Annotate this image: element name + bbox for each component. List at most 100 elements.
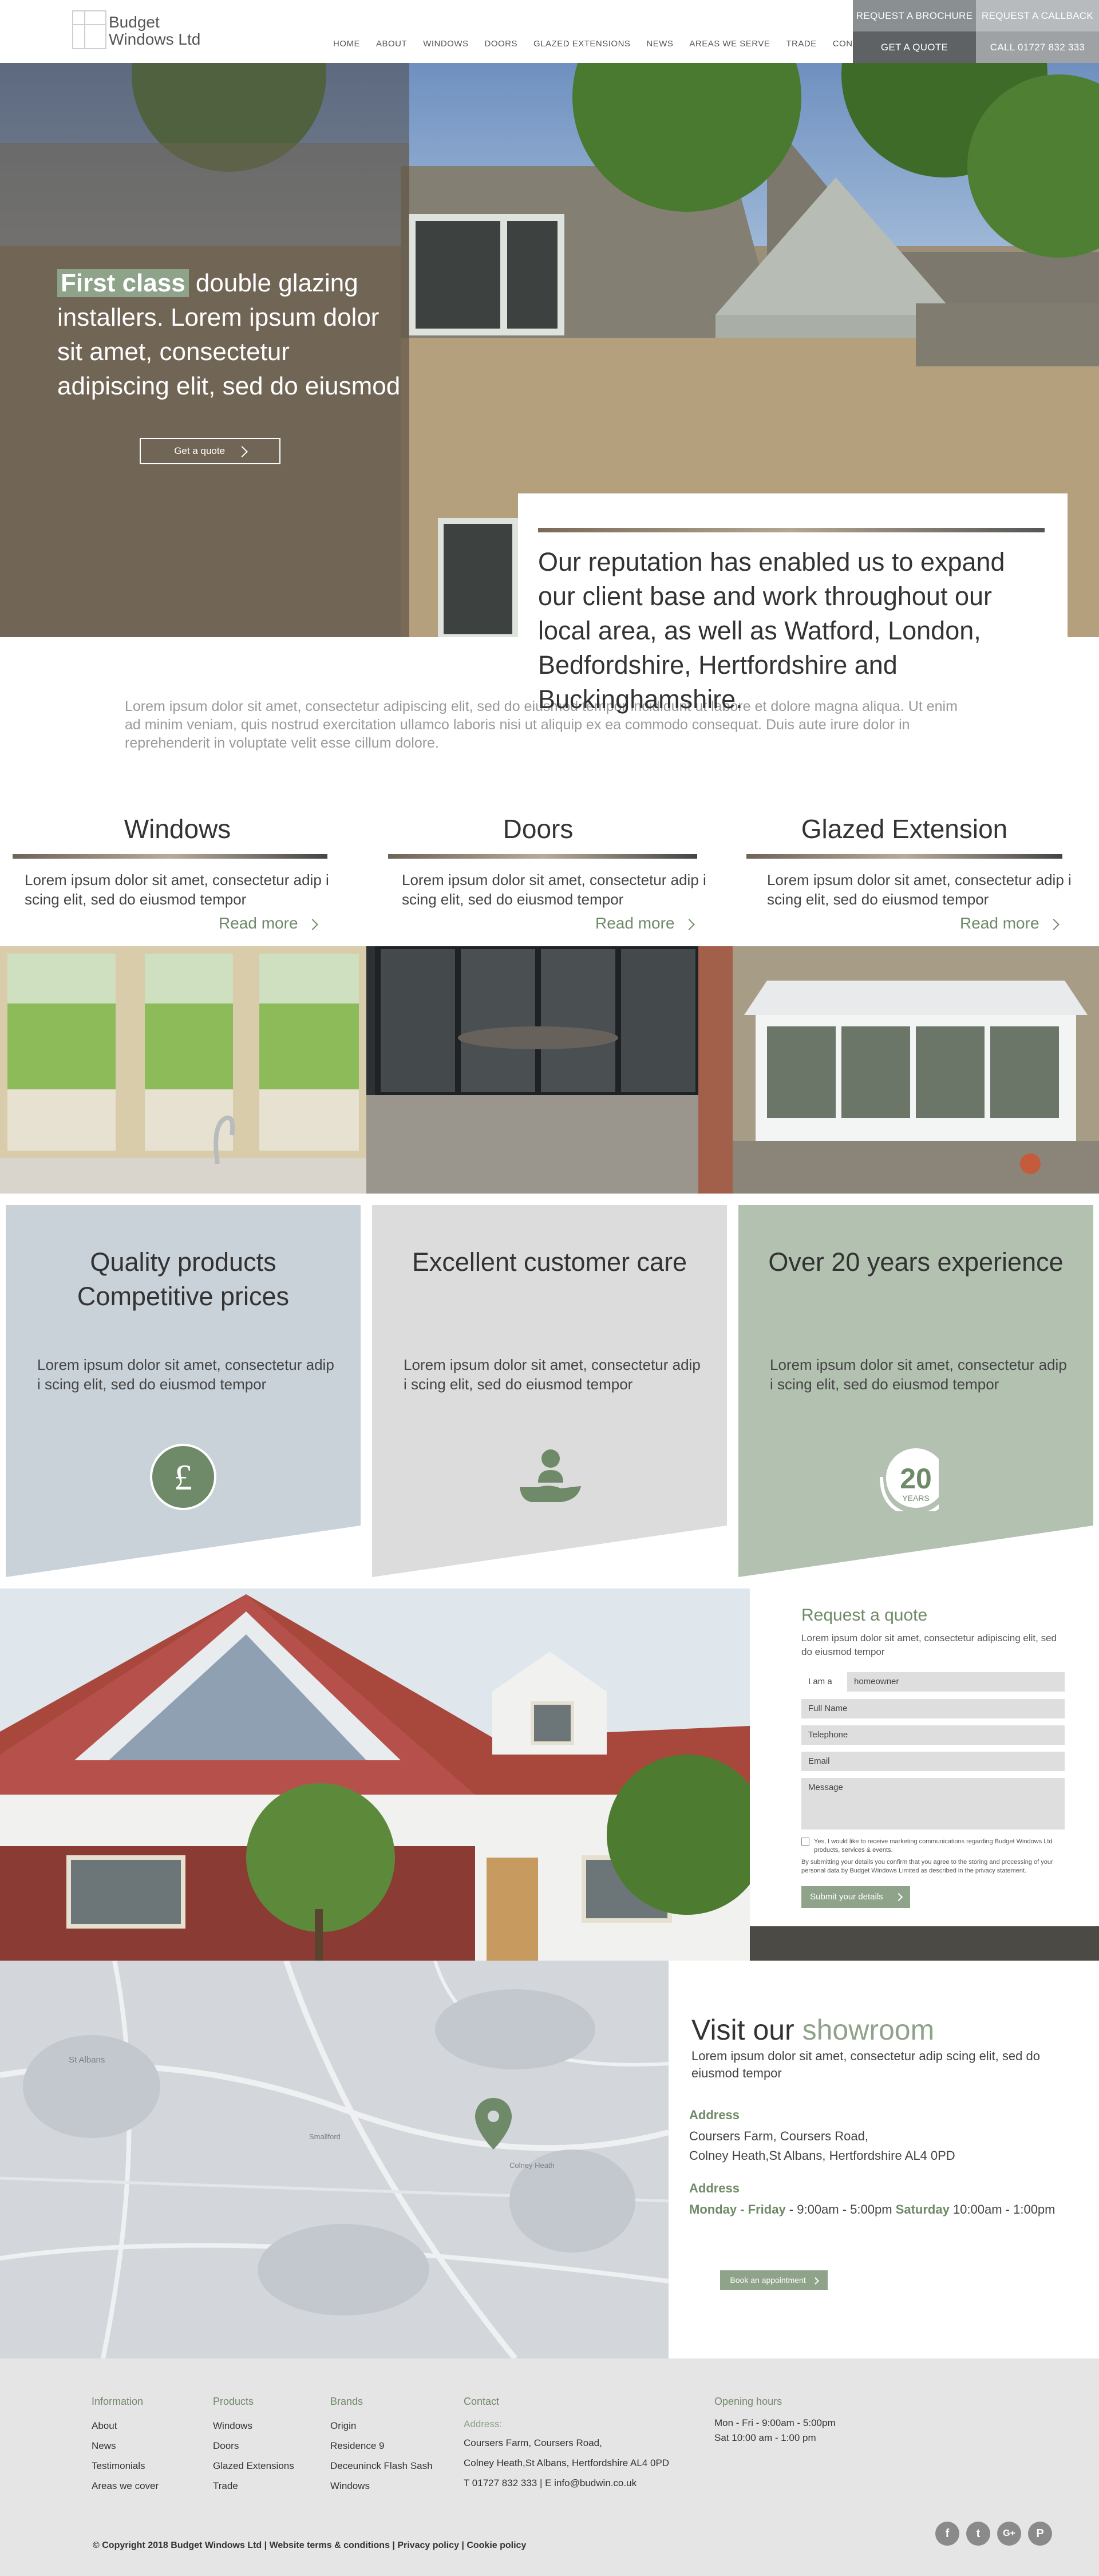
nav-areas-we-serve[interactable]: AREAS WE SERVE	[689, 39, 770, 49]
logo-window-icon	[72, 10, 106, 49]
hero-get-quote-button[interactable]: Get a quote	[140, 438, 280, 464]
footer-hours: Opening hours Mon - Fri - 9:00am - 5:00p…	[714, 2396, 836, 2445]
location-map[interactable]: St Albans Colney Heath Smallford	[0, 1961, 669, 2358]
feature-title-line-1: Excellent customer care	[412, 1247, 687, 1277]
copyright-text[interactable]: © Copyright 2018 Budget Windows Ltd | We…	[93, 2541, 526, 2551]
footer-phone-email[interactable]: T 01727 832 333 | E info@budwin.co.uk	[464, 2473, 669, 2493]
badge-number: 20	[900, 1463, 932, 1495]
footer-address-line-2: Colney Heath,St Albans, Hertfordshire AL…	[464, 2458, 670, 2468]
chevron-right-icon	[683, 918, 695, 930]
google-plus-icon[interactable]: G+	[997, 2522, 1021, 2546]
product-card-doors: Doors Lorem ipsum dolor sit amet, consec…	[366, 793, 710, 946]
message-field[interactable]: Message	[801, 1778, 1065, 1830]
telephone-field[interactable]: Telephone	[801, 1725, 1065, 1745]
footer-hours-weekday: Mon - Fri - 9:00am - 5:00pm	[714, 2417, 836, 2428]
footer-link-brand-windows[interactable]: Windows	[330, 2476, 433, 2496]
svg-text:£: £	[174, 1457, 192, 1498]
main-nav: HOME ABOUT WINDOWS DOORS GLAZED EXTENSIO…	[333, 39, 892, 49]
logo[interactable]: Budget Windows Ltd	[72, 10, 227, 52]
read-more-link[interactable]: Read more	[219, 914, 318, 933]
read-more-link[interactable]: Read more	[595, 914, 695, 933]
footer-link-deceuninck[interactable]: Deceuninck Flash Sash	[330, 2456, 433, 2476]
footer-link-glazed-extensions[interactable]: Glazed Extensions	[213, 2456, 294, 2476]
nav-doors[interactable]: DOORS	[485, 39, 518, 49]
footer-link-trade[interactable]: Trade	[213, 2476, 294, 2496]
nav-windows[interactable]: WINDOWS	[423, 39, 468, 49]
map-label: St Albans	[69, 2055, 105, 2065]
footer-heading: Information	[92, 2396, 144, 2407]
address-label: Address	[689, 2108, 740, 2122]
site-header: Budget Windows Ltd HOME ABOUT WINDOWS DO…	[0, 0, 1099, 63]
quote-title: Request a quote	[801, 1606, 928, 1625]
feature-title-line-1: Over 20 years experience	[768, 1247, 1064, 1277]
facebook-icon[interactable]: f	[935, 2522, 959, 2546]
footer-link-windows[interactable]: Windows	[213, 2416, 294, 2436]
house-image	[0, 1589, 750, 1961]
reputation-card: Our reputation has enabled us to expand …	[518, 493, 1068, 714]
twitter-icon[interactable]: t	[966, 2522, 990, 2546]
footer-link-doors[interactable]: Doors	[213, 2436, 294, 2456]
nav-trade[interactable]: TRADE	[786, 39, 816, 49]
footer-heading: Products	[213, 2396, 254, 2407]
twenty-years-icon: 20 YEARS	[880, 1448, 939, 1511]
footer-link-origin[interactable]: Origin	[330, 2416, 433, 2436]
chevron-right-icon	[1047, 918, 1060, 930]
chevron-right-icon	[306, 918, 318, 930]
get-a-quote-button[interactable]: GET A QUOTE	[853, 31, 976, 63]
pinterest-icon[interactable]: P	[1028, 2522, 1052, 2546]
read-more-link[interactable]: Read more	[960, 914, 1060, 933]
showroom-panel: Visit our showroom Lorem ipsum dolor sit…	[669, 1961, 1099, 2358]
address-line-2: Colney Heath,St Albans, Hertfordshire AL…	[689, 2148, 955, 2163]
footer-heading: Contact	[464, 2396, 500, 2407]
consent-text: Yes, I would like to receive marketing c…	[814, 1838, 1053, 1854]
reputation-bar	[538, 528, 1045, 532]
footer-information: Information About News Testimonials Area…	[92, 2396, 159, 2496]
feature-customer-care: Excellent customer care Lorem ipsum dolo…	[372, 1205, 727, 1577]
footer-hours-saturday: Sat 10:00 am - 1:00 pm	[714, 2432, 816, 2443]
consent-row: Yes, I would like to receive marketing c…	[801, 1838, 1065, 1855]
iam-select[interactable]: homeowner	[847, 1672, 1065, 1692]
footer-address-line-1: Coursers Farm, Coursers Road,	[464, 2437, 602, 2448]
footer-link-about[interactable]: About	[92, 2416, 159, 2436]
map-label: Colney Heath	[509, 2161, 555, 2170]
nav-news[interactable]: NEWS	[646, 39, 673, 49]
logo-line-2: Windows Ltd	[109, 30, 201, 48]
map-graphic	[0, 1961, 669, 2358]
feature-title: Excellent customer care	[372, 1245, 727, 1279]
badge-text: YEARS	[902, 1494, 929, 1503]
consent-area: Yes, I would like to receive marketing c…	[801, 1838, 1065, 1875]
hours-time: - 9:00am - 5:00pm	[785, 2202, 896, 2217]
email-field[interactable]: Email	[801, 1752, 1065, 1771]
chevron-right-icon	[894, 1893, 903, 1902]
nav-home[interactable]: HOME	[333, 39, 360, 49]
address-line-1: Coursers Farm, Coursers Road,	[689, 2129, 868, 2143]
quote-subtitle: Lorem ipsum dolor sit amet, consectetur …	[801, 1633, 1057, 1657]
request-brochure-button[interactable]: REQUEST A BROCHURE	[853, 0, 976, 31]
book-appointment-button[interactable]: Book an appointment	[720, 2270, 828, 2290]
consent-checkbox[interactable]	[801, 1838, 809, 1846]
product-card-windows: Windows Lorem ipsum dolor sit amet, cons…	[0, 793, 355, 946]
glazed-extension-image	[733, 946, 1099, 1194]
nav-glazed-extensions[interactable]: GLAZED EXTENSIONS	[533, 39, 630, 49]
showroom-hours: Monday - Friday - 9:00am - 5:00pm Saturd…	[689, 2200, 1055, 2219]
footer-link-testimonials[interactable]: Testimonials	[92, 2456, 159, 2476]
request-callback-button[interactable]: REQUEST A CALLBACK	[976, 0, 1099, 31]
read-more-label: Read more	[595, 914, 675, 932]
site-footer: Information About News Testimonials Area…	[0, 2358, 1099, 2576]
footer-link-residence-9[interactable]: Residence 9	[330, 2436, 433, 2456]
footer-address-label: Address:	[464, 2419, 503, 2429]
read-more-label: Read more	[219, 914, 298, 932]
product-card-glazed-extension: Glazed Extension Lorem ipsum dolor sit a…	[733, 793, 1076, 946]
book-appointment-label: Book an appointment	[730, 2275, 806, 2285]
full-name-field[interactable]: Full Name	[801, 1699, 1065, 1718]
footer-heading: Opening hours	[714, 2396, 782, 2407]
call-button[interactable]: CALL 01727 832 333	[976, 31, 1099, 63]
nav-about[interactable]: ABOUT	[376, 39, 407, 49]
feature-desc: Lorem ipsum dolor sit amet, consectetur …	[37, 1356, 334, 1393]
submit-details-button[interactable]: Submit your details	[801, 1886, 910, 1908]
product-desc: Lorem ipsum dolor sit amet, consectetur …	[402, 871, 706, 908]
feature-title-line-2: Competitive prices	[77, 1282, 290, 1311]
product-bar	[746, 854, 1062, 859]
footer-link-areas[interactable]: Areas we cover	[92, 2476, 159, 2496]
footer-link-news[interactable]: News	[92, 2436, 159, 2456]
